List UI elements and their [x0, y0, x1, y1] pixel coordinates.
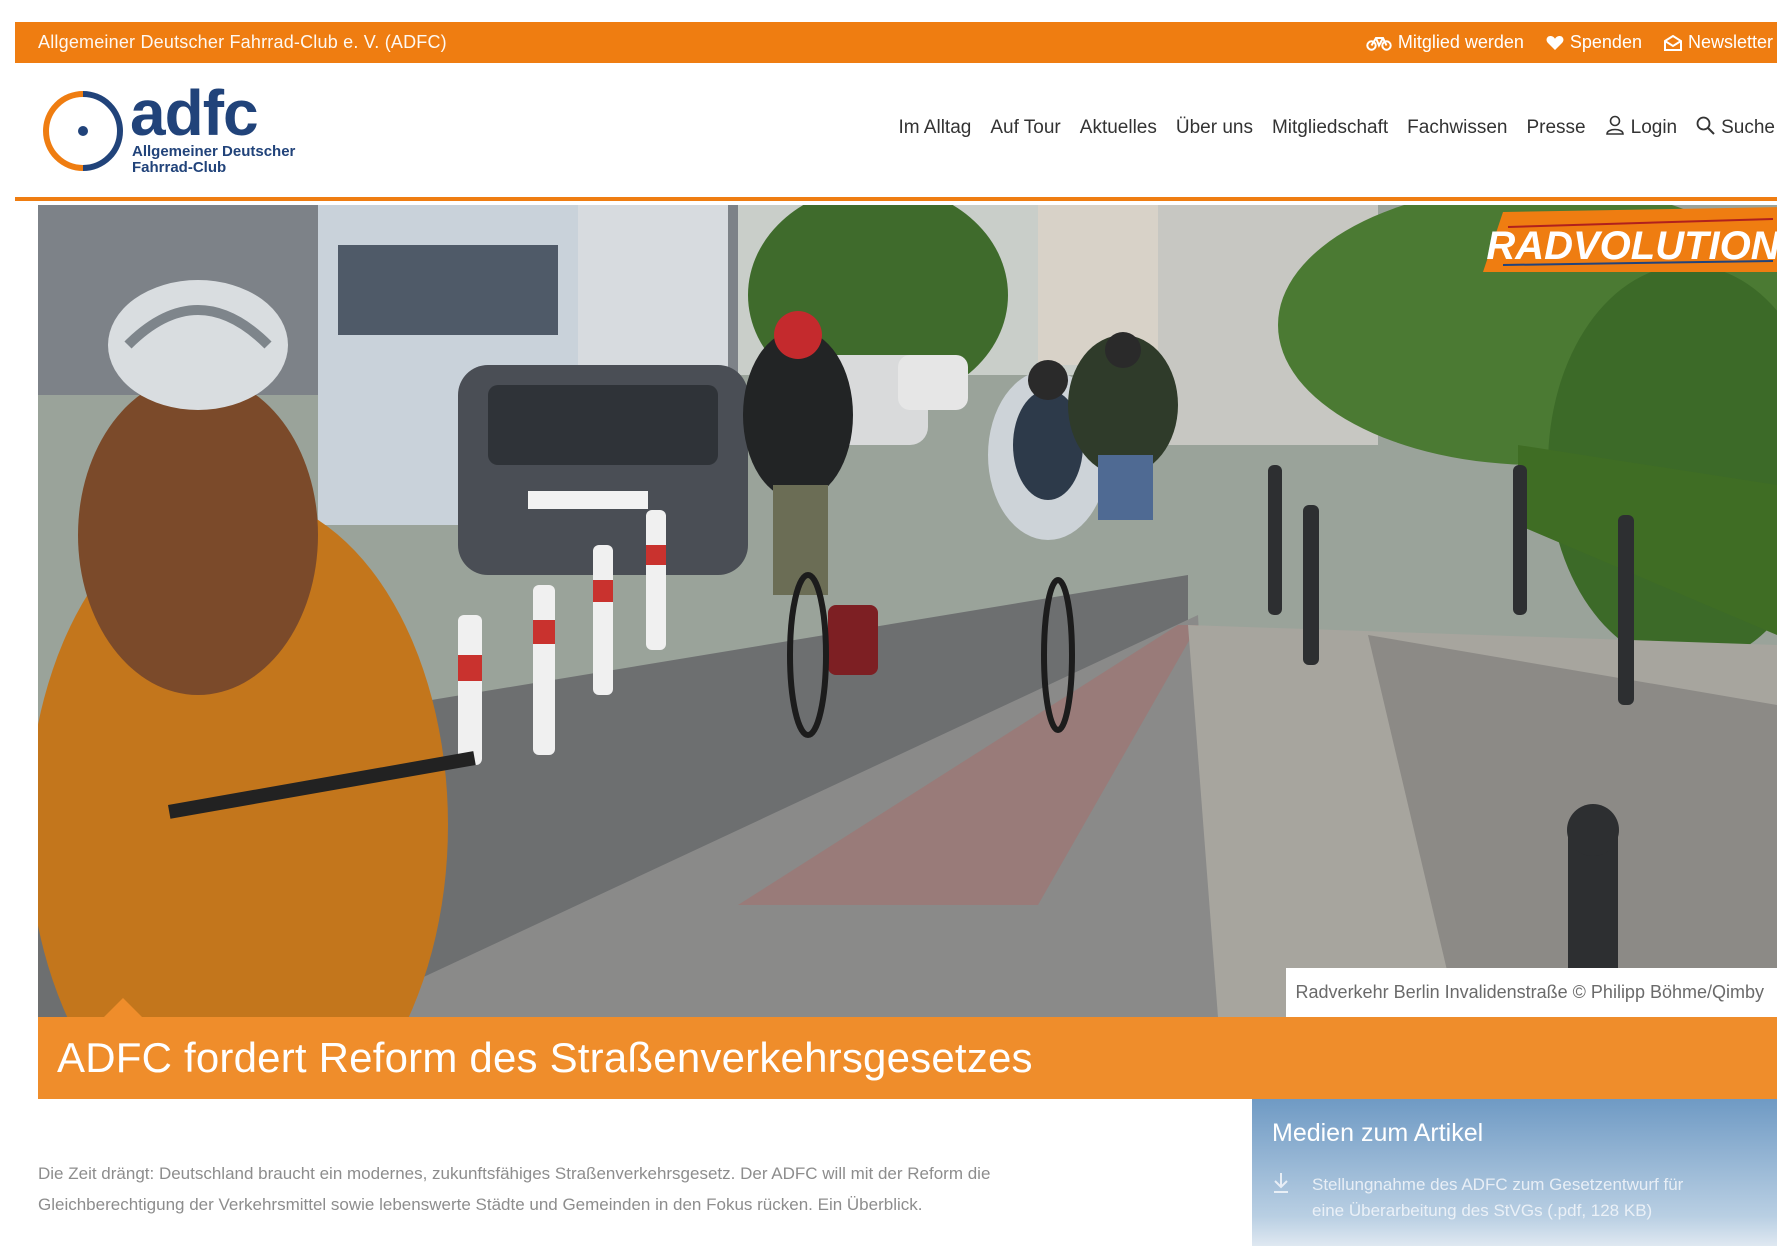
article-intro: Die Zeit drängt: Deutschland braucht ein… — [38, 1158, 1158, 1220]
newsletter-label: Newsletter — [1687, 32, 1773, 52]
organization-name: Allgemeiner Deutscher Fahrrad-Club e. V.… — [38, 32, 447, 52]
hero-image: RADVOLUTION Radverkehr Berlin Invalidens… — [38, 205, 1777, 1017]
bicycle-icon — [1366, 35, 1392, 51]
photo-caption: Radverkehr Berlin Invalidenstraße © Phil… — [1285, 968, 1777, 1017]
title-pointer — [103, 998, 143, 1018]
mail-icon — [1663, 34, 1682, 51]
radvolution-label: RADVOLUTION — [1486, 224, 1777, 268]
search-button[interactable]: Suche — [1696, 116, 1775, 141]
nav-item-aktuelles[interactable]: Aktuelles — [1080, 117, 1157, 139]
login-label: Login — [1630, 117, 1678, 138]
main-navigation: Im Alltag Auf Tour Aktuelles Über uns Mi… — [898, 115, 1775, 141]
nav-item-im-alltag[interactable]: Im Alltag — [898, 117, 971, 139]
adfc-logo[interactable]: adfc Allgemeiner Deutscher Fahrrad-Club — [42, 77, 302, 183]
article-title: ADFC fordert Reform des Straßenverkehrsg… — [57, 1034, 1033, 1081]
donate-label: Spenden — [1569, 32, 1642, 52]
intro-line-1: Die Zeit drängt: Deutschland braucht ein… — [38, 1164, 991, 1183]
newsletter-link[interactable]: Newsletter — [1663, 32, 1773, 53]
street-scene-illustration — [38, 205, 1777, 1017]
intro-line-2: Gleichberechtigung der Verkehrsmittel so… — [38, 1195, 923, 1214]
media-heading: Medien zum Artikel — [1272, 1119, 1484, 1147]
page: Allgemeiner Deutscher Fahrrad-Club e. V.… — [0, 0, 1777, 1246]
utility-links: Mitglied werden Spenden Newsletter — [1366, 32, 1777, 53]
donate-link[interactable]: Spenden — [1546, 32, 1642, 53]
search-label: Suche — [1721, 117, 1775, 138]
media-document-link[interactable]: Stellungnahme des ADFC zum Gesetzentwurf… — [1272, 1172, 1757, 1224]
nav-item-mitgliedschaft[interactable]: Mitgliedschaft — [1272, 117, 1388, 139]
logo-subtitle: Allgemeiner Deutscher Fahrrad-Club — [132, 143, 296, 176]
top-utility-bar: Allgemeiner Deutscher Fahrrad-Club e. V.… — [15, 22, 1777, 63]
radvolution-badge: RADVOLUTION — [1483, 207, 1777, 272]
login-button[interactable]: Login — [1605, 115, 1678, 141]
site-header: adfc Allgemeiner Deutscher Fahrrad-Club … — [15, 63, 1777, 201]
nav-item-presse[interactable]: Presse — [1526, 117, 1585, 139]
article-title-bar: ADFC fordert Reform des Straßenverkehrsg… — [38, 1017, 1777, 1099]
nav-item-fachwissen[interactable]: Fachwissen — [1407, 117, 1507, 139]
media-document-line-1: Stellungnahme des ADFC zum Gesetzentwurf… — [1312, 1175, 1684, 1194]
nav-item-ueber-uns[interactable]: Über uns — [1176, 117, 1253, 139]
media-document-line-2: eine Überarbeitung des StVGs (.pdf, 128 … — [1312, 1201, 1653, 1220]
nav-item-auf-tour[interactable]: Auf Tour — [990, 117, 1060, 139]
media-sidebar: Medien zum Artikel Stellungnahme des ADF… — [1252, 1099, 1777, 1246]
user-icon — [1605, 115, 1625, 141]
heart-icon — [1546, 35, 1564, 51]
become-member-label: Mitglied werden — [1397, 32, 1524, 52]
search-icon — [1696, 116, 1715, 141]
download-icon — [1272, 1172, 1290, 1224]
become-member-link[interactable]: Mitglied werden — [1366, 32, 1524, 53]
logo-wordmark: adfc — [130, 77, 259, 149]
logo-ring-icon — [43, 91, 123, 171]
